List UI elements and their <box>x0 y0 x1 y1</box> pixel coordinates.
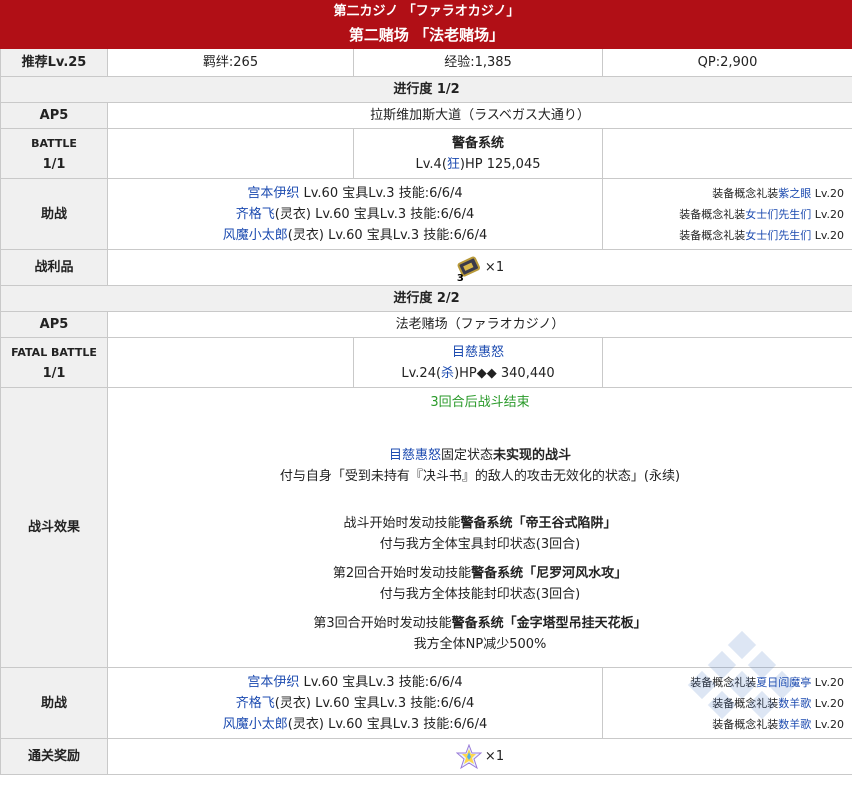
support-row: 齐格飞(灵衣) Lv.60 宝具Lv.3 技能:6/6/4 <box>235 206 475 222</box>
stage2-ap-label: AP5 <box>0 311 108 338</box>
stage2-empty-right <box>601 337 852 388</box>
stage2-battle-label: FATAL BATTLE <box>11 345 97 359</box>
fixed-state-title: 目慈惠怒固定状态未实现的战斗 <box>388 448 572 463</box>
enemy-class-link[interactable]: 狂 <box>447 157 460 172</box>
stage1-support-label: 助战 <box>0 178 108 250</box>
stage1-ap-label: AP5 <box>0 102 108 129</box>
support-row: 宫本伊织 Lv.60 宝具Lv.3 技能:6/6/4 <box>247 185 463 201</box>
ce-link[interactable]: 女士们先生们 <box>745 229 811 242</box>
ce-link[interactable]: 女士们先生们 <box>745 208 811 221</box>
stage1-enemy-stats: Lv.4(狂)HP 125,045 <box>415 156 541 172</box>
support-row: 齐格飞(灵衣) Lv.60 宝具Lv.3 技能:6/6/4 <box>235 695 475 711</box>
item-badge: 3 <box>456 272 464 284</box>
quest-header: 第二カジノ 「ファラオカジノ」 第二赌场 「法老赌场」 <box>0 0 852 49</box>
servant-link[interactable]: 风魔小太郎 <box>223 717 288 732</box>
stage1-drop-label: 战利品 <box>0 249 108 286</box>
support-row: 风魔小太郎(灵衣) Lv.60 宝具Lv.3 技能:6/6/4 <box>222 227 488 243</box>
exp-value: 经验:1,385 <box>353 48 603 77</box>
stage2-enemy-stats: Lv.24(杀)HP◆◆ 340,440 <box>401 365 555 381</box>
ce-row: 装备概念礼装夏日阎魔亭 Lv.20 <box>690 675 845 689</box>
recommended-level: 推荐Lv.25 <box>0 48 108 77</box>
stage1-enemy: 警备系统 Lv.4(狂)HP 125,045 <box>353 128 603 179</box>
skill3-title: 第3回合开始时发动技能警备系统「金字塔型吊挂天花板」 <box>313 616 647 631</box>
stage2-effects-label: 战斗效果 <box>0 387 108 668</box>
support-row: 风魔小太郎(灵衣) Lv.60 宝具Lv.3 技能:6/6/4 <box>222 716 488 732</box>
stage2-support-ces: 装备概念礼装夏日阎魔亭 Lv.20 装备概念礼装数羊歌 Lv.20 装备概念礼装… <box>601 667 852 739</box>
stage1-support-servants: 宫本伊织 Lv.60 宝具Lv.3 技能:6/6/4 齐格飞(灵衣) Lv.60… <box>107 178 603 250</box>
quest-page: 第二カジノ 「ファラオカジノ」 第二赌场 「法老赌场」 推荐Lv.25 羁绊:2… <box>0 0 852 785</box>
servant-link[interactable]: 齐格飞 <box>236 696 275 711</box>
stage2-reward-label: 通关奖励 <box>0 738 108 775</box>
qp-value: QP:2,900 <box>601 48 852 77</box>
material-item-icon[interactable]: 3 <box>456 255 482 284</box>
servant-link[interactable]: 齐格飞 <box>236 207 275 222</box>
stage1-drop: 3 ×1 <box>106 249 852 286</box>
ce-row: 装备概念礼装数羊歌 Lv.20 <box>712 696 845 710</box>
stage2-empty-left <box>107 337 354 388</box>
quest-title-jp: 第二カジノ 「ファラオカジノ」 <box>333 3 520 19</box>
turn-limit-text: 3回合后战斗结束 <box>430 395 530 410</box>
ce-link[interactable]: 数羊歌 <box>778 718 811 731</box>
skill1-desc: 付与我方全体宝具封印状态(3回合) <box>379 537 581 552</box>
drop-count: ×1 <box>484 260 505 275</box>
enemy-class-link[interactable]: 杀 <box>441 366 454 381</box>
stage2-reward: ×1 <box>106 738 852 775</box>
fixed-state-desc: 付与自身「受到未持有『决斗书』的敌人的攻击无效化的状态」(永续) <box>279 469 681 484</box>
skill3-desc: 我方全体NP减少500% <box>413 637 547 652</box>
skill2-title: 第2回合开始时发动技能警备系统「尼罗河风水攻」 <box>332 566 628 581</box>
stage2-effects: 3回合后战斗结束 目慈惠怒固定状态未实现的战斗 付与自身「受到未持有『决斗书』的… <box>106 387 852 668</box>
servant-link[interactable]: 宫本伊织 <box>247 186 299 201</box>
stage1-support-ces: 装备概念礼装紫之眼 Lv.20 装备概念礼装女士们先生们 Lv.20 装备概念礼… <box>601 178 852 250</box>
quest-table: 第二カジノ 「ファラオカジノ」 第二赌场 「法老赌场」 推荐Lv.25 羁绊:2… <box>0 0 852 775</box>
ce-row: 装备概念礼装数羊歌 Lv.20 <box>712 717 845 731</box>
stage2-enemy-name[interactable]: 目慈惠怒 <box>358 342 598 363</box>
bond-value: 羁绊:265 <box>107 48 354 77</box>
servant-link[interactable]: 风魔小太郎 <box>223 228 288 243</box>
ce-link[interactable]: 数羊歌 <box>778 697 811 710</box>
stage1-enemy-name: 警备系统 <box>451 135 504 151</box>
stage1-battle-cell: BATTLE 1/1 <box>0 128 108 179</box>
stage1-empty-left <box>107 128 354 179</box>
ce-link[interactable]: 紫之眼 <box>778 187 811 200</box>
skill2-desc: 付与我方全体技能封印状态(3回合) <box>379 587 581 602</box>
saint-quartz-icon[interactable] <box>455 743 483 770</box>
quest-title-cn: 第二赌场 「法老赌场」 <box>348 25 505 44</box>
stage2-battle-count: 1/1 <box>42 365 66 381</box>
stage2-support-label: 助战 <box>0 667 108 739</box>
stage2-progress: 进行度 2/2 <box>0 285 852 312</box>
stage2-location: 法老赌场（ファラオカジノ） <box>106 311 852 338</box>
stage1-battle-count: 1/1 <box>42 156 66 172</box>
ce-row: 装备概念礼装紫之眼 Lv.20 <box>712 186 845 200</box>
enemy-link[interactable]: 目慈惠怒 <box>389 448 441 463</box>
stage1-location: 拉斯维加斯大道（ラスベガス大通り） <box>106 102 852 129</box>
stage2-support-servants: 宫本伊织 Lv.60 宝具Lv.3 技能:6/6/4 齐格飞(灵衣) Lv.60… <box>107 667 603 739</box>
stage2-enemy: 目慈惠怒 Lv.24(杀)HP◆◆ 340,440 <box>353 337 603 388</box>
ce-row: 装备概念礼装女士们先生们 Lv.20 <box>679 207 845 221</box>
servant-link[interactable]: 宫本伊织 <box>247 675 299 690</box>
stage2-battle-cell: FATAL BATTLE 1/1 <box>0 337 108 388</box>
skill1-title: 战斗开始时发动技能警备系统「帝王谷式陷阱」 <box>343 516 617 531</box>
ce-link[interactable]: 夏日阎魔亭 <box>756 676 811 689</box>
support-row: 宫本伊织 Lv.60 宝具Lv.3 技能:6/6/4 <box>247 674 463 690</box>
stage1-progress: 进行度 1/2 <box>0 76 852 103</box>
stage1-battle-label: BATTLE <box>31 136 77 150</box>
reward-count: ×1 <box>484 749 505 764</box>
ce-row: 装备概念礼装女士们先生们 Lv.20 <box>679 228 845 242</box>
stage1-empty-right <box>601 128 852 179</box>
